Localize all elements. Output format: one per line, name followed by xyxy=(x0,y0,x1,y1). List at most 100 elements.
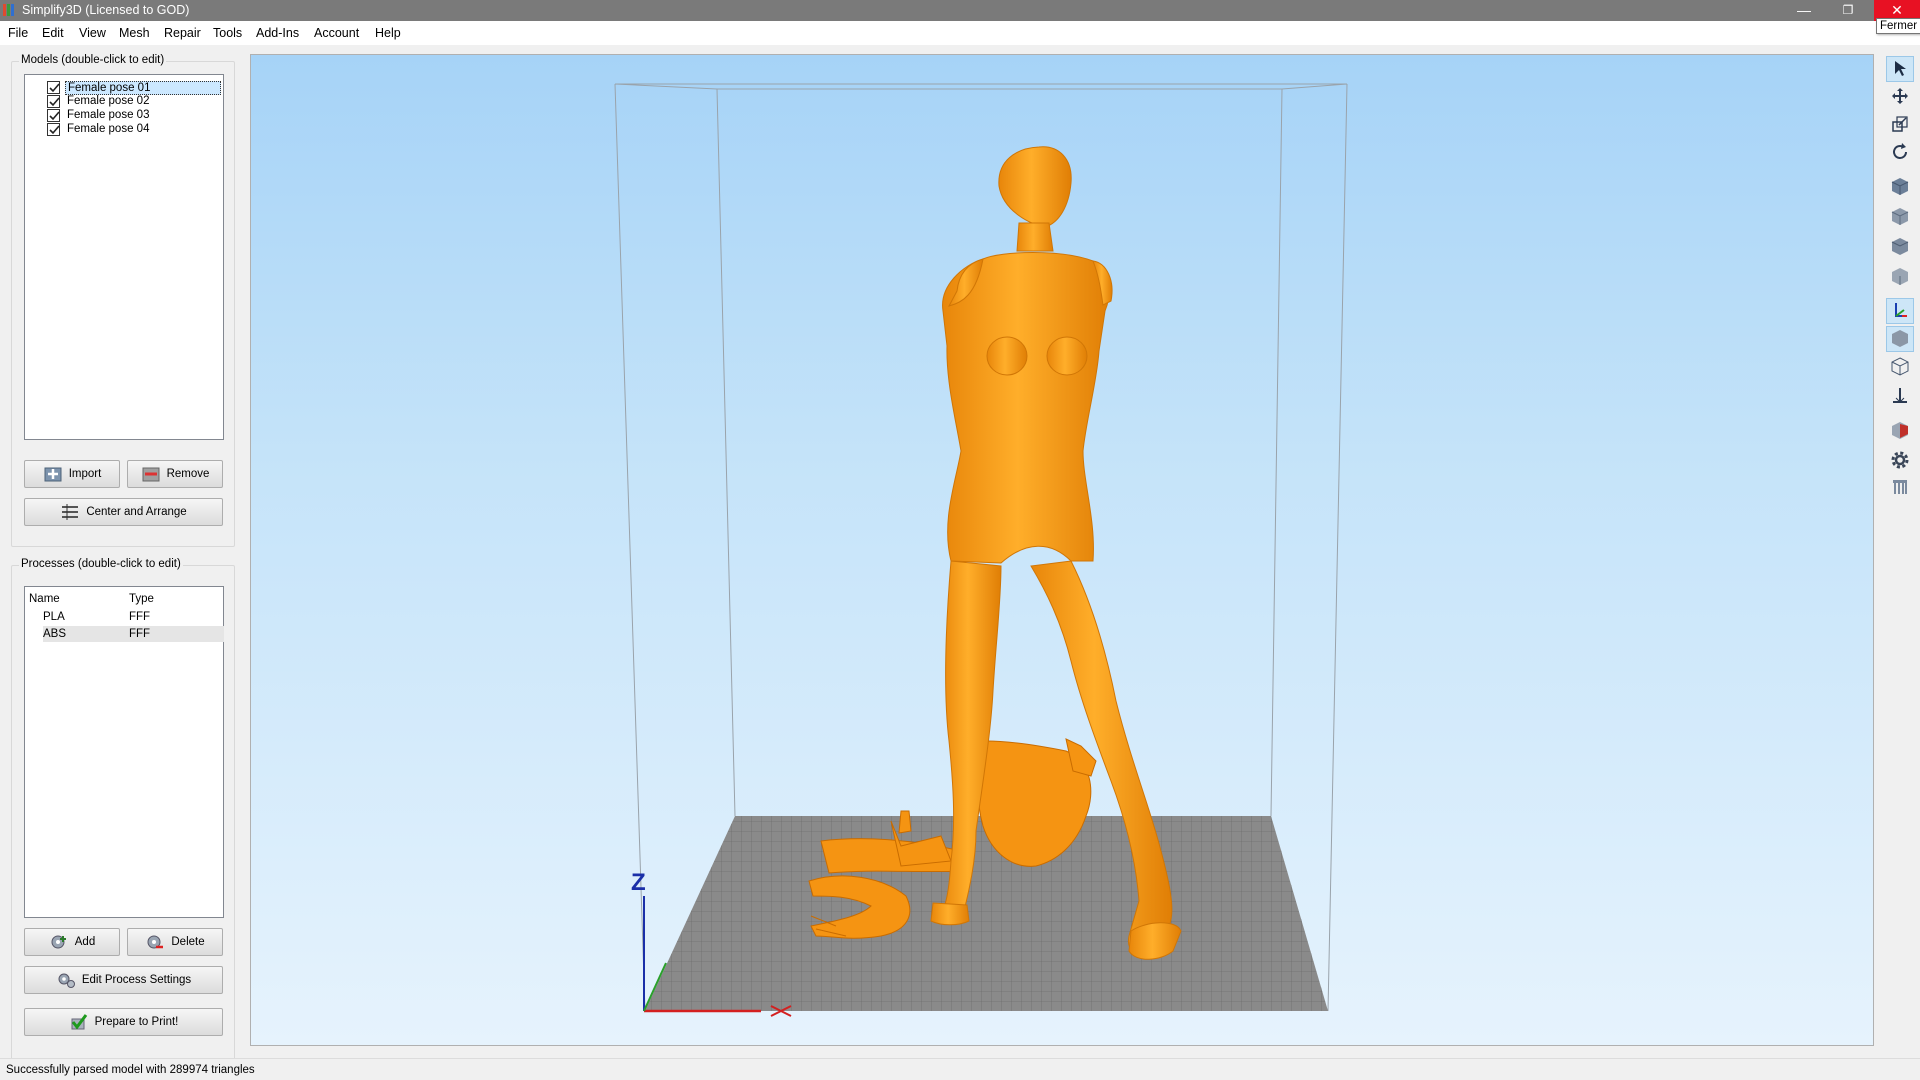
left-panel: Models (double-click to edit) Female pos… xyxy=(0,45,247,1065)
arrange-icon xyxy=(60,503,80,521)
prepare-check-icon xyxy=(69,1013,89,1031)
center-and-arrange-button[interactable]: Center and Arrange xyxy=(24,498,223,526)
menu-bar: File Edit View Mesh Repair Tools Add-Ins… xyxy=(0,21,1920,45)
remove-label: Remove xyxy=(166,468,210,480)
column-header-type[interactable]: Type xyxy=(129,593,154,605)
processes-group-title: Processes (double-click to edit) xyxy=(19,558,183,570)
edit-process-settings-button[interactable]: Edit Process Settings xyxy=(24,966,223,994)
select-icon xyxy=(1891,59,1909,80)
minimize-button[interactable]: — xyxy=(1782,0,1826,21)
view-iso-icon xyxy=(1890,176,1910,199)
model-item[interactable]: Female pose 02 xyxy=(33,94,213,109)
process-name: PLA xyxy=(43,611,65,623)
status-bar: Successfully parsed model with 289974 tr… xyxy=(0,1058,1920,1080)
wireframe-view-icon xyxy=(1890,356,1910,379)
model-item[interactable]: Female pose 01 xyxy=(33,80,221,95)
edit-process-settings-label: Edit Process Settings xyxy=(81,974,192,986)
status-text: Successfully parsed model with 289974 tr… xyxy=(6,1064,255,1076)
right-toolbar xyxy=(1880,54,1920,554)
process-type: FFF xyxy=(129,611,151,623)
model-checkbox[interactable] xyxy=(47,123,60,136)
add-label: Add xyxy=(74,936,96,948)
supports-button[interactable] xyxy=(1886,474,1914,500)
import-icon xyxy=(43,465,63,483)
model-label: Female pose 01 xyxy=(65,81,221,95)
delete-label: Delete xyxy=(171,936,205,948)
view-side-button[interactable] xyxy=(1886,264,1914,290)
settings-gears-icon xyxy=(56,971,76,989)
model-checkbox[interactable] xyxy=(47,109,60,122)
model-item[interactable]: Female pose 03 xyxy=(33,108,213,123)
menu-view[interactable]: View xyxy=(79,26,106,40)
process-name: ABS xyxy=(43,628,67,640)
wireframe-view-button[interactable] xyxy=(1886,354,1914,380)
build-volume-scene[interactable]: Z xyxy=(251,55,1874,1046)
menu-tools[interactable]: Tools xyxy=(213,26,242,40)
add-process-button[interactable]: Add xyxy=(24,928,120,956)
remove-icon xyxy=(141,465,161,483)
rotate-icon xyxy=(1890,142,1910,165)
model-label: Female pose 04 xyxy=(67,123,150,135)
prepare-to-print-button[interactable]: Prepare to Print! xyxy=(24,1008,223,1036)
cross-section-icon xyxy=(1890,386,1910,409)
3d-viewport[interactable]: Z xyxy=(250,54,1874,1046)
prepare-to-print-label: Prepare to Print! xyxy=(94,1016,179,1028)
settings-gear-icon xyxy=(1889,449,1911,474)
scale-tool-button[interactable] xyxy=(1886,112,1914,138)
supports-icon xyxy=(1890,476,1910,499)
z-axis-label: Z xyxy=(631,869,646,896)
menu-repair[interactable]: Repair xyxy=(164,26,201,40)
title-bar: Simplify3D (Licensed to GOD) — ❐ ✕ xyxy=(0,0,1920,21)
scale-icon xyxy=(1891,115,1909,136)
section-view-icon xyxy=(1890,420,1910,443)
remove-button[interactable]: Remove xyxy=(127,460,223,488)
view-front-button[interactable] xyxy=(1886,204,1914,230)
move-icon xyxy=(1891,87,1909,108)
center-and-arrange-label: Center and Arrange xyxy=(86,506,187,518)
window-title: Simplify3D (Licensed to GOD) xyxy=(22,3,190,17)
restore-button[interactable]: ❐ xyxy=(1826,0,1870,21)
menu-add-ins[interactable]: Add-Ins xyxy=(256,26,299,40)
select-tool-button[interactable] xyxy=(1886,56,1914,82)
models-list[interactable]: Female pose 01 Female pose 02 Female pos… xyxy=(24,74,224,440)
axes-icon xyxy=(1890,300,1910,323)
solid-view-icon xyxy=(1890,328,1910,351)
model-item[interactable]: Female pose 04 xyxy=(33,122,213,137)
settings-button[interactable] xyxy=(1886,448,1914,474)
menu-mesh[interactable]: Mesh xyxy=(119,26,150,40)
add-gear-icon xyxy=(49,933,69,951)
delete-gear-icon xyxy=(145,933,165,951)
processes-list[interactable]: Name Type PLA FFF ABS FFF xyxy=(24,586,224,918)
view-iso-button[interactable] xyxy=(1886,174,1914,200)
section-view-button[interactable] xyxy=(1886,418,1914,444)
view-top-icon xyxy=(1890,236,1910,259)
import-label: Import xyxy=(68,468,102,480)
delete-process-button[interactable]: Delete xyxy=(127,928,223,956)
close-tooltip: Fermer xyxy=(1876,18,1920,34)
view-top-button[interactable] xyxy=(1886,234,1914,260)
model-checkbox[interactable] xyxy=(47,81,60,94)
process-type: FFF xyxy=(129,628,151,640)
model-label: Female pose 03 xyxy=(67,109,150,121)
menu-file[interactable]: File xyxy=(8,26,28,40)
checkmark-icon xyxy=(49,125,60,135)
toggle-axes-button[interactable] xyxy=(1886,298,1914,324)
menu-account[interactable]: Account xyxy=(314,26,359,40)
view-side-icon xyxy=(1890,266,1910,289)
process-row[interactable]: ABS FFF xyxy=(43,626,224,642)
menu-help[interactable]: Help xyxy=(375,26,401,40)
model-label: Female pose 02 xyxy=(67,95,150,107)
processes-group: Processes (double-click to edit) Name Ty… xyxy=(11,558,235,1065)
menu-edit[interactable]: Edit xyxy=(42,26,64,40)
import-button[interactable]: Import xyxy=(24,460,120,488)
process-row[interactable]: PLA FFF xyxy=(43,609,224,625)
solid-view-button[interactable] xyxy=(1886,326,1914,352)
cross-section-button[interactable] xyxy=(1886,384,1914,410)
rotate-tool-button[interactable] xyxy=(1886,140,1914,166)
models-group-title: Models (double-click to edit) xyxy=(19,54,167,66)
model-checkbox[interactable] xyxy=(47,95,60,108)
view-front-icon xyxy=(1890,206,1910,229)
column-header-name[interactable]: Name xyxy=(29,593,60,605)
move-tool-button[interactable] xyxy=(1886,84,1914,110)
models-group: Models (double-click to edit) Female pos… xyxy=(11,54,235,547)
